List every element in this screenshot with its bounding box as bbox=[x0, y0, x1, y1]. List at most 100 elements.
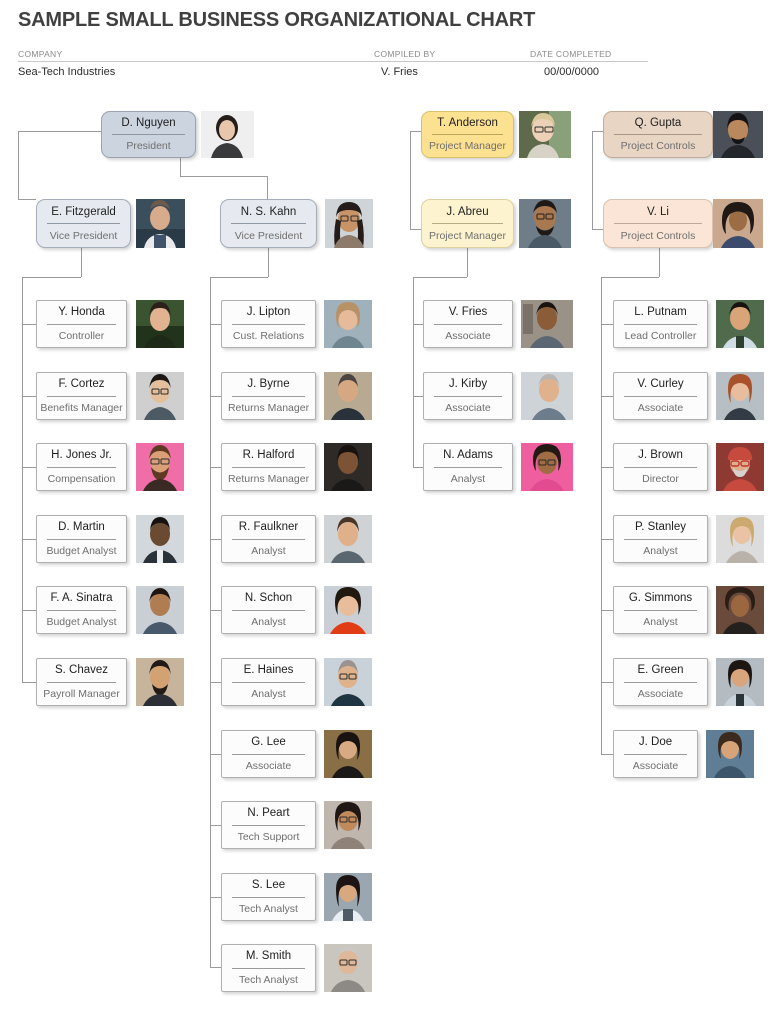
photo-e-green bbox=[716, 658, 764, 706]
connector-to-n-s-kahn bbox=[267, 176, 268, 200]
node-n-s-kahn[interactable]: N. S. Kahn Vice President bbox=[220, 199, 317, 248]
node-v-li[interactable]: V. Li Project Controls bbox=[603, 199, 713, 248]
node-name: R. Faulkner bbox=[238, 521, 299, 534]
node-f-cortez[interactable]: F. Cortez Benefits Manager bbox=[36, 372, 127, 420]
node-title: Tech Support bbox=[237, 830, 300, 843]
connector-q-gupta-trunk bbox=[592, 131, 593, 229]
node-name: J. Kirby bbox=[448, 378, 488, 391]
connector-president-left-horizontal bbox=[18, 131, 101, 132]
node-title: Returns Manager bbox=[227, 472, 310, 485]
node-f-a-sinatra[interactable]: F. A. Sinatra Budget Analyst bbox=[36, 586, 127, 634]
node-e-green[interactable]: E. Green Associate bbox=[613, 658, 708, 706]
node-r-faulkner[interactable]: R. Faulkner Analyst bbox=[221, 515, 316, 563]
connector-president-right-horizontal bbox=[180, 176, 267, 177]
connector-n-s-kahn-down bbox=[268, 248, 269, 277]
photo-y-honda bbox=[136, 300, 184, 348]
node-j-kirby[interactable]: J. Kirby Associate bbox=[423, 372, 513, 420]
node-y-honda[interactable]: Y. Honda Controller bbox=[36, 300, 127, 348]
node-name: F. Cortez bbox=[58, 378, 105, 391]
photo-d-nguyen bbox=[201, 111, 254, 158]
date-completed-label: DATE COMPLETED bbox=[530, 49, 612, 59]
node-j-lipton[interactable]: J. Lipton Cust. Relations bbox=[221, 300, 316, 348]
node-n-schon[interactable]: N. Schon Analyst bbox=[221, 586, 316, 634]
node-title: Analyst bbox=[643, 544, 678, 557]
photo-s-lee bbox=[324, 873, 372, 921]
node-title: Budget Analyst bbox=[46, 544, 117, 557]
node-title: Director bbox=[642, 472, 679, 485]
node-name: E. Green bbox=[637, 664, 684, 677]
connector-j-abreu-stub bbox=[410, 229, 421, 230]
node-t-anderson[interactable]: T. Anderson Project Manager bbox=[421, 111, 514, 158]
photo-f-a-sinatra bbox=[136, 586, 184, 634]
node-title: Project Controls bbox=[620, 229, 696, 242]
node-name: D. Martin bbox=[58, 521, 105, 534]
node-president[interactable]: D. Nguyen President bbox=[101, 111, 196, 158]
node-j-doe[interactable]: J. Doe Associate bbox=[613, 730, 698, 778]
node-title: Vice President bbox=[49, 229, 118, 242]
connector-col2-trunk bbox=[210, 277, 211, 967]
node-p-stanley[interactable]: P. Stanley Analyst bbox=[613, 515, 708, 563]
node-l-putnam[interactable]: L. Putnam Lead Controller bbox=[613, 300, 708, 348]
node-name: J. Brown bbox=[638, 449, 683, 462]
node-name: J. Doe bbox=[638, 736, 673, 749]
node-e-fitzgerald[interactable]: E. Fitzgerald Vice President bbox=[36, 199, 131, 248]
node-name: F. A. Sinatra bbox=[50, 592, 113, 605]
org-chart-page: SAMPLE SMALL BUSINESS ORGANIZATIONAL CHA… bbox=[0, 0, 781, 1028]
node-j-abreu[interactable]: J. Abreu Project Manager bbox=[421, 199, 514, 248]
node-title: Vice President bbox=[234, 229, 303, 242]
photo-r-halford bbox=[324, 443, 372, 491]
node-j-byrne[interactable]: J. Byrne Returns Manager bbox=[221, 372, 316, 420]
node-name: V. Fries bbox=[448, 306, 488, 319]
photo-h-jones-jr bbox=[136, 443, 184, 491]
node-name: S. Lee bbox=[251, 879, 286, 892]
node-n-adams[interactable]: N. Adams Analyst bbox=[423, 443, 513, 491]
node-q-gupta[interactable]: Q. Gupta Project Controls bbox=[603, 111, 713, 158]
node-name: J. Byrne bbox=[247, 378, 290, 391]
node-s-lee[interactable]: S. Lee Tech Analyst bbox=[221, 873, 316, 921]
node-g-simmons[interactable]: G. Simmons Analyst bbox=[613, 586, 708, 634]
connector-v-li-stub bbox=[592, 229, 603, 230]
node-name: Q. Gupta bbox=[634, 117, 682, 129]
photo-j-abreu bbox=[519, 199, 571, 248]
connector-col3-trunk bbox=[413, 277, 414, 467]
node-title: Compensation bbox=[47, 472, 116, 485]
node-name: N. Peart bbox=[247, 807, 290, 820]
node-name: D. Nguyen bbox=[121, 117, 176, 129]
node-g-lee[interactable]: G. Lee Associate bbox=[221, 730, 316, 778]
node-v-curley[interactable]: V. Curley Associate bbox=[613, 372, 708, 420]
node-r-halford[interactable]: R. Halford Returns Manager bbox=[221, 443, 316, 491]
photo-n-adams bbox=[521, 443, 573, 491]
node-name: Y. Honda bbox=[58, 306, 105, 319]
node-title: Analyst bbox=[643, 615, 678, 628]
connector-president-down bbox=[180, 158, 181, 176]
node-h-jones-jr[interactable]: H. Jones Jr. Compensation bbox=[36, 443, 127, 491]
compiled-by-label: COMPILED BY bbox=[374, 49, 436, 59]
node-title: Associate bbox=[637, 401, 684, 414]
node-name: J. Abreu bbox=[446, 205, 489, 218]
connector-j-abreu-cross bbox=[413, 277, 467, 278]
photo-j-kirby bbox=[521, 372, 573, 420]
connector-v-li-cross bbox=[601, 277, 659, 278]
node-title: President bbox=[126, 140, 171, 152]
node-name: E. Haines bbox=[243, 664, 294, 677]
node-title: Analyst bbox=[251, 615, 286, 628]
connector-e-fitzgerald-down bbox=[81, 248, 82, 277]
node-title: Payroll Manager bbox=[43, 687, 120, 700]
node-name: N. Adams bbox=[443, 449, 493, 462]
node-title: Analyst bbox=[450, 472, 486, 485]
node-title: Associate bbox=[632, 759, 679, 772]
photo-t-anderson bbox=[519, 111, 571, 158]
node-e-haines[interactable]: E. Haines Analyst bbox=[221, 658, 316, 706]
connector-j-abreu-down bbox=[467, 248, 468, 277]
node-title: Lead Controller bbox=[624, 329, 697, 342]
node-m-smith[interactable]: M. Smith Tech Analyst bbox=[221, 944, 316, 992]
company-value: Sea-Tech Industries bbox=[18, 66, 116, 78]
photo-j-doe bbox=[706, 730, 754, 778]
node-n-peart[interactable]: N. Peart Tech Support bbox=[221, 801, 316, 849]
node-j-brown[interactable]: J. Brown Director bbox=[613, 443, 708, 491]
node-v-fries[interactable]: V. Fries Associate bbox=[423, 300, 513, 348]
node-title: Project Manager bbox=[428, 140, 507, 152]
node-d-martin[interactable]: D. Martin Budget Analyst bbox=[36, 515, 127, 563]
connector-t-anderson-stub bbox=[410, 131, 421, 132]
node-s-chavez[interactable]: S. Chavez Payroll Manager bbox=[36, 658, 127, 706]
